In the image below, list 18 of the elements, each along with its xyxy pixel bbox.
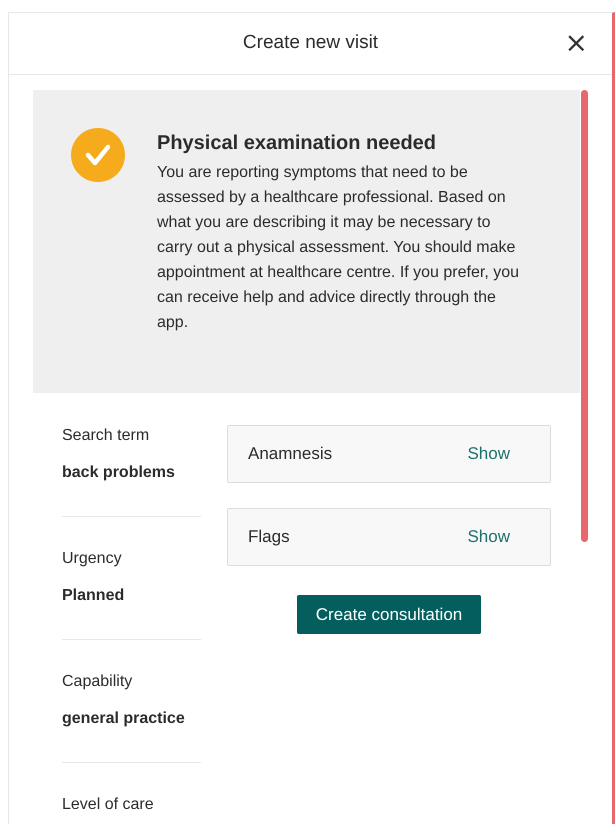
detail-value: Planned <box>62 586 126 606</box>
detail-value: back problems <box>62 463 176 483</box>
notice-text: You are reporting symptoms that need to be assessed by a healthcare professional. Based on what you are describing it may be necessary to carry out a physical assessment. You should make appointment at healthcare centre. If you prefer, you can receive help and advice directly through the app. <box>157 163 520 333</box>
create-consultation-button[interactable]: Create consultation <box>296 595 482 634</box>
show-link[interactable]: Show <box>467 524 510 550</box>
close-button[interactable]: × <box>564 27 588 59</box>
dialog-title: Create new visit <box>242 31 378 56</box>
detail-value: general practice <box>62 709 186 729</box>
notice-title: Physical examination needed <box>157 131 437 156</box>
check-circle-icon <box>71 128 125 182</box>
scrollbar-thumb[interactable] <box>581 90 588 542</box>
show-link[interactable]: Show <box>467 441 510 467</box>
section-title: Anamnesis <box>248 443 332 466</box>
section-title: Flags <box>248 526 290 548</box>
detail-label: Search term <box>62 426 150 446</box>
detail-label: Capability <box>62 672 134 692</box>
detail-label: Urgency <box>62 549 123 569</box>
detail-label: Level of care <box>62 795 155 815</box>
